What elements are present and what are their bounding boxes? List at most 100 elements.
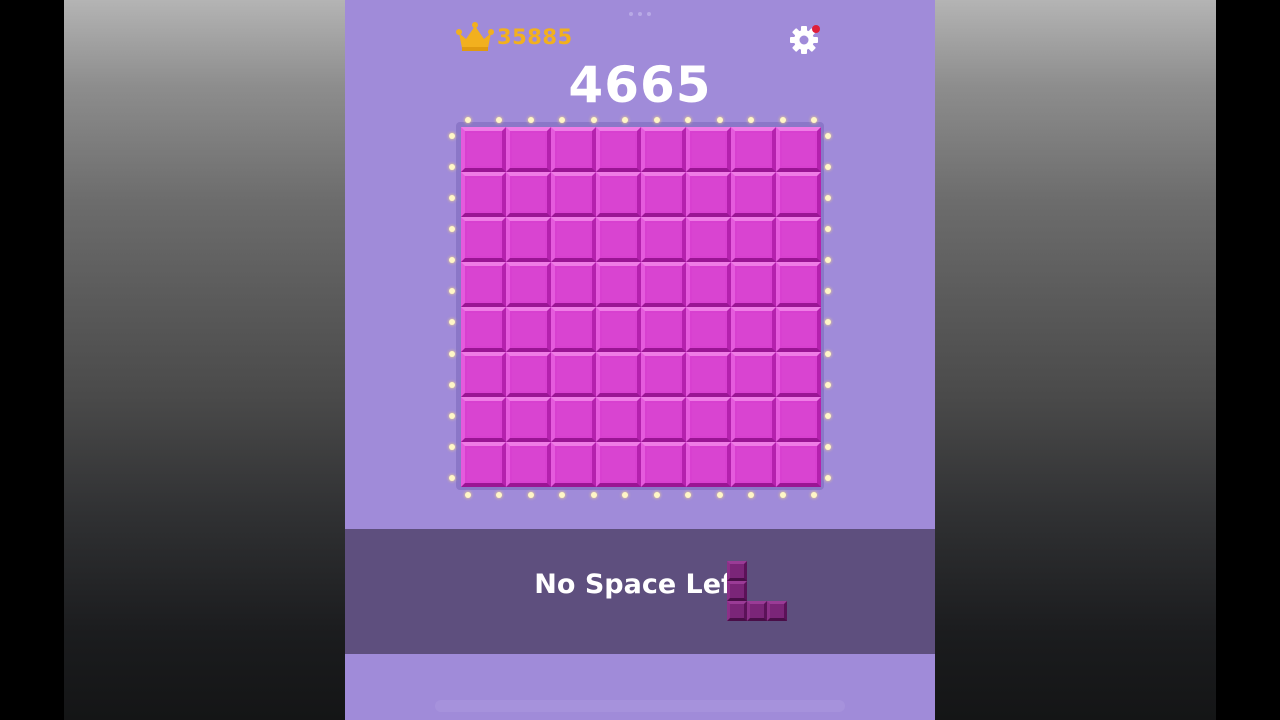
board-cell (551, 217, 596, 262)
marquee-bulb (527, 117, 534, 123)
board-cell (776, 172, 821, 217)
board-cell (551, 307, 596, 352)
marquee-bulb (685, 492, 692, 498)
piece-block (727, 601, 747, 621)
board-cell (506, 307, 551, 352)
board-cell (596, 442, 641, 487)
notification-dot (812, 25, 820, 33)
marquee-bulb (449, 257, 455, 264)
left-backdrop (64, 0, 345, 720)
marquee-bulb (449, 412, 455, 419)
marquee-bulb (685, 117, 692, 123)
board-cell (461, 307, 506, 352)
board-cell (461, 217, 506, 262)
marquee-bulb (449, 195, 455, 202)
board-cell (731, 397, 776, 442)
marquee-bulb (622, 492, 629, 498)
marquee-bulb (825, 381, 831, 388)
marquee-lights-bottom (465, 492, 817, 498)
board-cell (596, 352, 641, 397)
board-cell (461, 442, 506, 487)
board-cell (731, 262, 776, 307)
board-cell (776, 127, 821, 172)
board-cell (461, 172, 506, 217)
board-cell (461, 397, 506, 442)
board-cell (731, 352, 776, 397)
board-cell (776, 217, 821, 262)
right-backdrop (935, 0, 1216, 720)
board-cell (641, 352, 686, 397)
board-cell (551, 352, 596, 397)
marquee-bulb (825, 195, 831, 202)
marquee-bulb (465, 117, 471, 123)
board-cell (686, 307, 731, 352)
footer-hint (435, 700, 845, 712)
marquee-bulb (449, 319, 455, 326)
marquee-bulb (559, 117, 566, 123)
game-board[interactable] (461, 127, 821, 487)
board-cell (776, 352, 821, 397)
marquee-bulb (825, 257, 831, 264)
board-cell (731, 127, 776, 172)
marquee-bulb (825, 288, 831, 295)
board-cell (731, 442, 776, 487)
marquee-bulb (716, 117, 723, 123)
board-cell (686, 172, 731, 217)
current-score: 4665 (568, 56, 712, 114)
board-cell (551, 172, 596, 217)
board-cell (686, 442, 731, 487)
marquee-bulb (653, 117, 660, 123)
marquee-bulb (449, 381, 455, 388)
board-cell (686, 352, 731, 397)
board-cell (731, 172, 776, 217)
marquee-bulb (465, 492, 471, 498)
board-cell (776, 442, 821, 487)
marquee-bulb (449, 350, 455, 357)
marquee-bulb (825, 412, 831, 419)
marquee-bulb (449, 164, 455, 171)
board-cell (731, 217, 776, 262)
board-cell (686, 397, 731, 442)
marquee-bulb (825, 226, 831, 233)
piece-block (767, 601, 787, 621)
board-cell (641, 442, 686, 487)
marquee-bulb (590, 117, 597, 123)
marquee-bulb (653, 492, 660, 498)
marquee-bulb (825, 319, 831, 326)
board-cell (596, 262, 641, 307)
marquee-bulb (779, 492, 786, 498)
board-cell (776, 307, 821, 352)
board-cell (641, 307, 686, 352)
board-cell (596, 217, 641, 262)
marquee-bulb (810, 492, 817, 498)
board-cell (461, 127, 506, 172)
marquee-bulb (622, 117, 629, 123)
marquee-bulb (825, 164, 831, 171)
board-cell (596, 397, 641, 442)
board-cell (506, 262, 551, 307)
marquee-bulb (825, 350, 831, 357)
piece-block (727, 561, 747, 581)
board-cell (641, 397, 686, 442)
next-piece[interactable] (727, 561, 793, 625)
board-cell (506, 442, 551, 487)
marquee-bulb (716, 492, 723, 498)
marquee-bulb (527, 492, 534, 498)
piece-block (747, 601, 767, 621)
marquee-bulb (559, 492, 566, 498)
board-cell (461, 352, 506, 397)
best-score: 35885 (455, 20, 573, 54)
board-cell (596, 172, 641, 217)
board-cell (686, 262, 731, 307)
piece-block (727, 581, 747, 601)
board-cell (686, 217, 731, 262)
marquee-bulb (825, 474, 831, 481)
board-cell (641, 217, 686, 262)
board-cell (686, 127, 731, 172)
marquee-bulb (825, 443, 831, 450)
marquee-lights-right (825, 133, 831, 481)
marquee-lights-left (449, 133, 455, 481)
board-cell (551, 397, 596, 442)
game-screen: 35885 4665 No Space Left (345, 0, 935, 720)
marquee-lights-top (465, 117, 817, 123)
